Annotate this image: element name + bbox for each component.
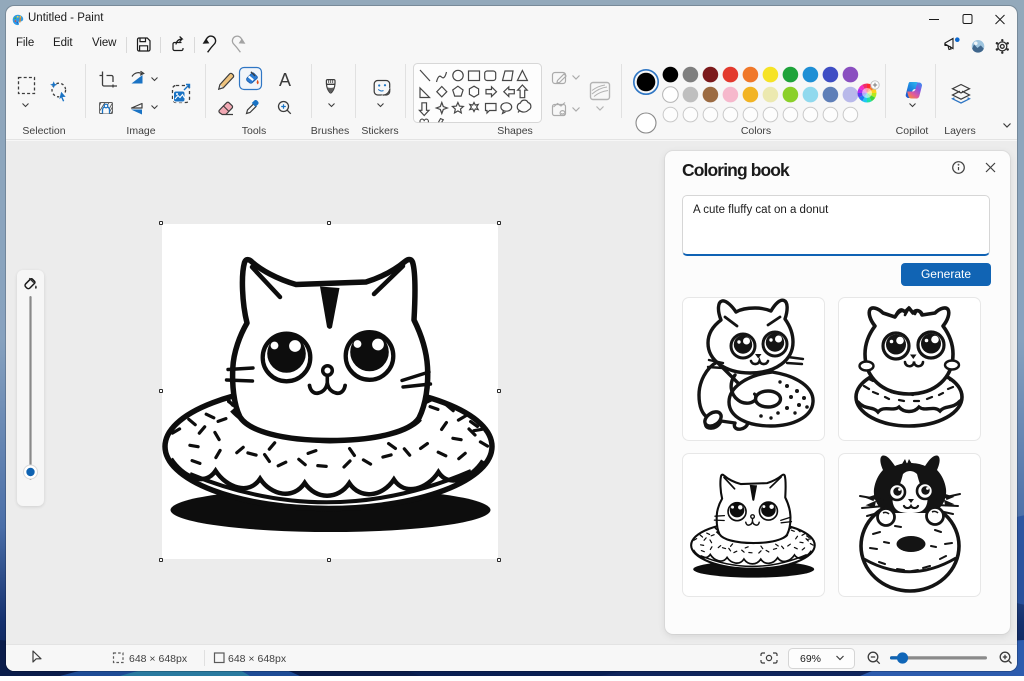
- svg-text:A: A: [279, 70, 291, 90]
